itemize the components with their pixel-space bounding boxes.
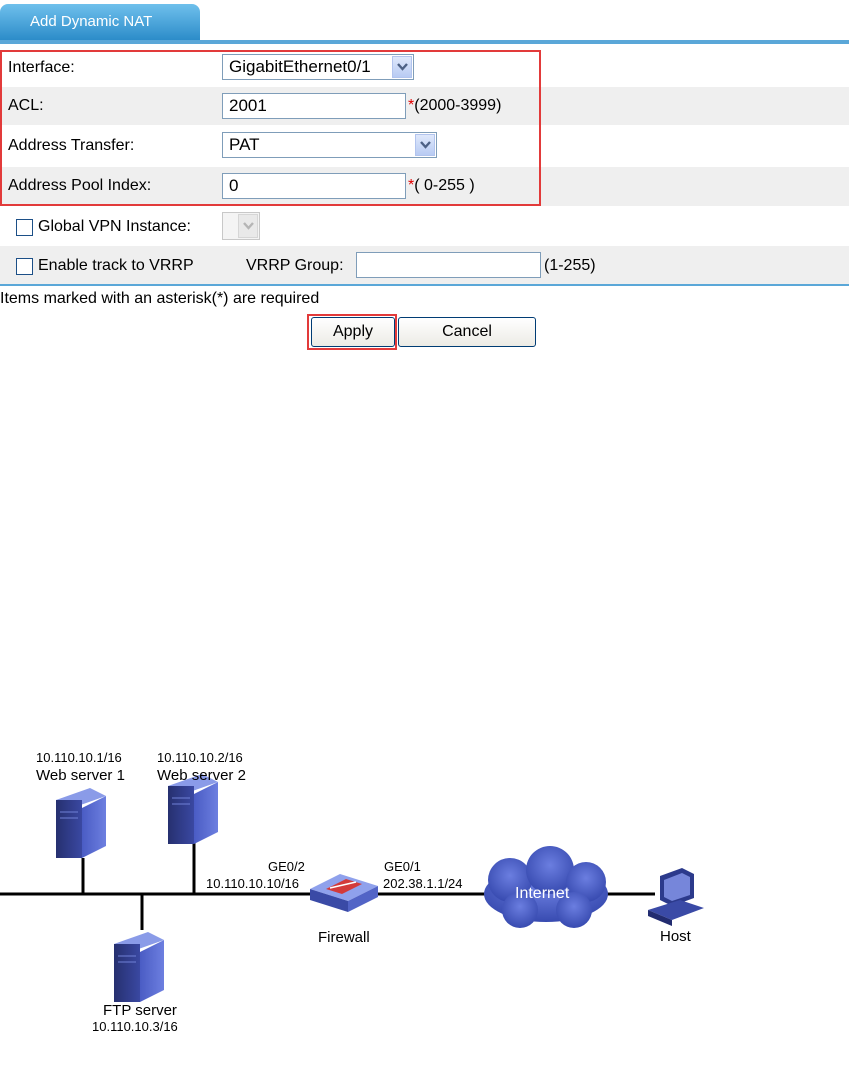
web-server-1-ip: 10.110.10.1/16	[36, 750, 122, 765]
web-server-1-name: Web server 1	[36, 767, 125, 784]
web-server-2-icon	[168, 774, 218, 844]
firewall-inside-port: GE0/2	[268, 859, 305, 874]
host-pc-icon	[648, 868, 704, 926]
firewall-outside-port: GE0/1	[384, 859, 421, 874]
host-name: Host	[660, 928, 691, 945]
ftp-server-ip: 10.110.10.3/16	[92, 1019, 178, 1034]
network-diagram	[0, 774, 704, 1002]
firewall-outside-ip: 202.38.1.1/24	[383, 876, 463, 891]
firewall-name: Firewall	[318, 929, 370, 946]
internet-name: Internet	[515, 885, 570, 902]
firewall-icon	[310, 874, 378, 912]
web-server-2-ip: 10.110.10.2/16	[157, 750, 243, 765]
ftp-server-icon	[114, 932, 164, 1002]
web-server-2-name: Web server 2	[157, 767, 246, 784]
web-server-1-icon	[56, 788, 106, 858]
firewall-inside-ip: 10.110.10.10/16	[206, 876, 300, 891]
ftp-server-name: FTP server	[103, 1002, 177, 1019]
